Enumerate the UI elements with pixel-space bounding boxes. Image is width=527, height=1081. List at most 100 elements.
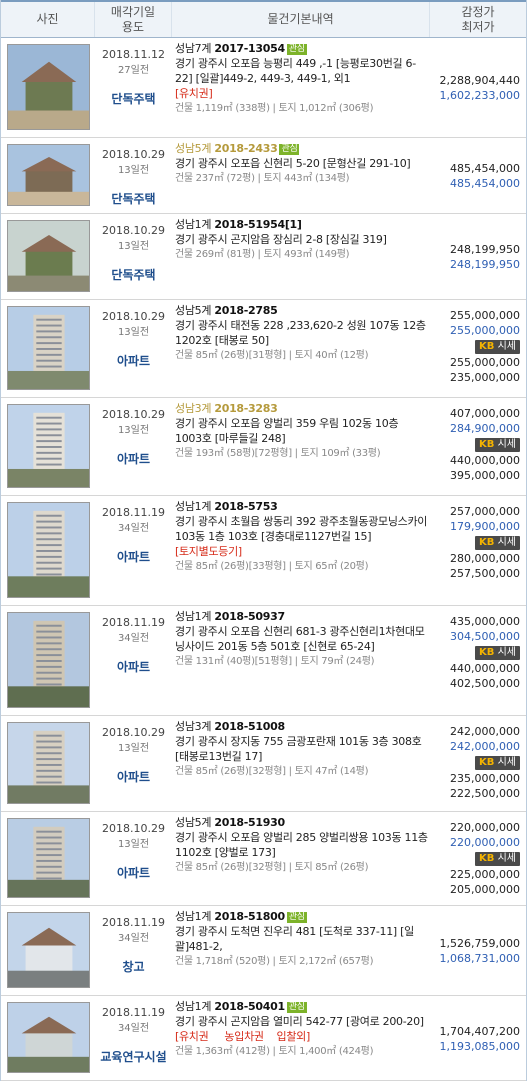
case-number[interactable]: 2018-2433: [214, 142, 277, 155]
table-row[interactable]: 2018.10.29 13일전 아파트 성남3계 2018-3283 경기 광주시 오포…: [1, 398, 526, 496]
table-row[interactable]: 2018.10.29 13일전 단독주택 성남1계 2018-51954[1] 경기 광…: [1, 214, 526, 300]
case-number[interactable]: 2018-50937: [214, 610, 285, 623]
table-row[interactable]: 2018.10.29 13일전 아파트 성남3계 2018-51008 경기 광주시 장…: [1, 716, 526, 812]
interest-badge: 관심: [286, 44, 307, 55]
price-cell: 2,288,904,440 1,602,233,000: [430, 38, 526, 137]
property-info[interactable]: 성남1계 2018-50401 관심 경기 광주시 곤지암읍 열미리 542-77 …: [172, 996, 430, 1080]
appraisal-price: 485,454,000: [450, 162, 520, 175]
case-number[interactable]: 2018-51930: [214, 816, 285, 829]
property-address: 경기 광주시 장지동 755 금광포란재 101동 3층 308호 [태봉로13…: [175, 735, 422, 763]
property-photo[interactable]: [7, 306, 90, 390]
market-price-button[interactable]: KB 시세: [475, 756, 520, 770]
case-number[interactable]: 2018-51800: [214, 910, 285, 923]
property-photo[interactable]: [7, 44, 90, 130]
property-info[interactable]: 성남7계 2017-13054 관심 경기 광주시 오포읍 능평리 449 ,-1 …: [172, 38, 430, 137]
days-remaining: 34일전: [117, 523, 150, 534]
property-photo[interactable]: [7, 404, 90, 488]
court-name: 성남5계: [175, 816, 212, 829]
date-cell: 2018.10.29 13일전 아파트: [95, 300, 172, 397]
price-cell: 435,000,000 304,500,000 KB 시세 440,000,000 40…: [430, 606, 526, 715]
market-price-button[interactable]: KB 시세: [475, 852, 520, 866]
case-line: 성남1계 2018-50401 관심: [175, 999, 428, 1014]
market-price-button[interactable]: KB 시세: [475, 340, 520, 354]
header-property: 물건기본내역: [172, 2, 430, 37]
table-row[interactable]: 2018.10.29 13일전 아파트 성남5계 2018-51930 경기 광주시 오…: [1, 812, 526, 906]
property-info[interactable]: 성남5계 2018-51930 경기 광주시 오포읍 양벌리 285 양벌리쌍용 …: [172, 812, 430, 905]
property-photo[interactable]: [7, 818, 90, 898]
market-price-low: 402,500,000: [450, 677, 520, 690]
property-address: 경기 광주시 태전동 228 ,233,620-2 성원 107동 12층 12…: [175, 319, 426, 347]
property-photo[interactable]: [7, 722, 90, 804]
case-number[interactable]: 2018-3283: [214, 402, 277, 415]
photo-cell: [1, 138, 95, 213]
table-row[interactable]: 2018.11.12 27일전 단독주택 성남7계 2017-13054 관심 경기 광주…: [1, 38, 526, 138]
property-info[interactable]: 성남3계 2018-51008 경기 광주시 장지동 755 금광포란재 101동…: [172, 716, 430, 811]
property-photo[interactable]: [7, 912, 90, 988]
price-cell: 485,454,000 485,454,000: [430, 138, 526, 213]
case-number[interactable]: 2018-2785: [214, 304, 277, 317]
property-address: 경기 광주시 오포읍 능평리 449 ,-1 [능평로30번길 6-22] [일…: [175, 57, 416, 85]
photo-cell: [1, 496, 95, 605]
area-info: 건물 85㎡ (26평)[33평형] | 토지 65㎡ (20평): [175, 561, 369, 572]
property-type: 아파트: [116, 452, 151, 466]
table-row[interactable]: 2018.11.19 34일전 교육연구시설 성남1계 2018-50401 관심 경기 …: [1, 996, 526, 1081]
case-number[interactable]: 2018-51954[1]: [214, 218, 302, 231]
property-info[interactable]: 성남1계 2018-5753 경기 광주시 초월읍 쌍동리 392 광주초월동광모…: [172, 496, 430, 605]
case-line: 성남1계 2018-51800 관심: [175, 909, 428, 924]
days-remaining: 27일전: [117, 65, 150, 76]
table-row[interactable]: 2018.11.19 34일전 창고 성남1계 2018-51800 관심 경기 광주시 …: [1, 906, 526, 996]
minimum-price: 1,068,731,000: [439, 952, 520, 965]
case-line: 성남7계 2017-13054 관심: [175, 41, 428, 56]
property-info[interactable]: 성남1계 2018-51954[1] 경기 광주시 곤지암읍 장심리 2-8 [장…: [172, 214, 430, 299]
market-price-high: 280,000,000: [450, 552, 520, 565]
photo-cell: [1, 996, 95, 1080]
table-row[interactable]: 2018.11.19 34일전 아파트 성남1계 2018-5753 경기 광주시 초월…: [1, 496, 526, 606]
appraisal-price: 255,000,000: [450, 309, 520, 322]
property-info[interactable]: 성남1계 2018-50937 경기 광주시 오포읍 신현리 681-3 광주신현…: [172, 606, 430, 715]
property-photo[interactable]: [7, 1002, 90, 1073]
price-cell: 220,000,000 220,000,000 KB 시세 225,000,000 20…: [430, 812, 526, 905]
area-info: 건물 1,718㎡ (520평) | 토지 2,172㎡ (657평): [175, 956, 374, 967]
property-info[interactable]: 성남5계 2018-2785 경기 광주시 태전동 228 ,233,620-2 …: [172, 300, 430, 397]
market-price-button[interactable]: KB 시세: [475, 646, 520, 660]
photo-cell: [1, 398, 95, 495]
case-number[interactable]: 2018-5753: [214, 500, 277, 513]
property-photo[interactable]: [7, 502, 90, 598]
photo-cell: [1, 906, 95, 995]
sale-date: 2018.11.19: [102, 916, 165, 929]
market-price-button[interactable]: KB 시세: [475, 536, 520, 550]
area-info: 건물 269㎡ (81평) | 토지 493㎡ (149평): [175, 249, 350, 260]
property-photo[interactable]: [7, 144, 90, 206]
market-price-low: 257,500,000: [450, 567, 520, 580]
case-number[interactable]: 2018-50401: [214, 1000, 285, 1013]
property-info[interactable]: 성남1계 2018-51800 관심 경기 광주시 도척면 진우리 481 [도척로…: [172, 906, 430, 995]
property-photo[interactable]: [7, 220, 90, 292]
case-number[interactable]: 2018-51008: [214, 720, 285, 733]
court-name: 성남5계: [175, 142, 212, 155]
price-cell: 257,000,000 179,900,000 KB 시세 280,000,000 25…: [430, 496, 526, 605]
property-info[interactable]: 성남5계 2018-2433 관심 경기 광주시 오포읍 신현리 5-20 [문형산…: [172, 138, 430, 213]
table-row[interactable]: 2018.10.29 13일전 아파트 성남5계 2018-2785 경기 광주시 태전…: [1, 300, 526, 398]
header-appraisal: 감정가 최저가: [461, 4, 495, 34]
days-remaining: 13일전: [117, 165, 150, 176]
property-photo[interactable]: [7, 612, 90, 708]
appraisal-price: 220,000,000: [450, 821, 520, 834]
interest-badge: 관심: [279, 144, 300, 155]
case-number[interactable]: 2017-13054: [214, 42, 285, 55]
area-info: 건물 1,119㎡ (338평) | 토지 1,012㎡ (306평): [175, 103, 374, 114]
header-photo: 사진: [1, 2, 95, 37]
price-cell: 248,199,950 248,199,950: [430, 214, 526, 299]
market-price-low: 205,000,000: [450, 883, 520, 896]
area-info: 건물 85㎡ (26평)[32평형] | 토지 47㎡ (14평): [175, 766, 369, 777]
property-info[interactable]: 성남3계 2018-3283 경기 광주시 오포읍 양벌리 359 우림 102동…: [172, 398, 430, 495]
sale-date: 2018.11.12: [102, 48, 165, 61]
table-row[interactable]: 2018.10.29 13일전 단독주택 성남5계 2018-2433 관심 경기 광주시…: [1, 138, 526, 214]
table-row[interactable]: 2018.11.19 34일전 아파트 성남1계 2018-50937 경기 광주시 오…: [1, 606, 526, 716]
case-line: 성남1계 2018-50937: [175, 609, 428, 624]
market-price-high: 225,000,000: [450, 868, 520, 881]
sale-date: 2018.10.29: [102, 726, 165, 739]
interest-badge: 관심: [286, 1002, 307, 1013]
case-line: 성남3계 2018-3283: [175, 401, 428, 416]
sale-date: 2018.11.19: [102, 1006, 165, 1019]
market-price-button[interactable]: KB 시세: [475, 438, 520, 452]
